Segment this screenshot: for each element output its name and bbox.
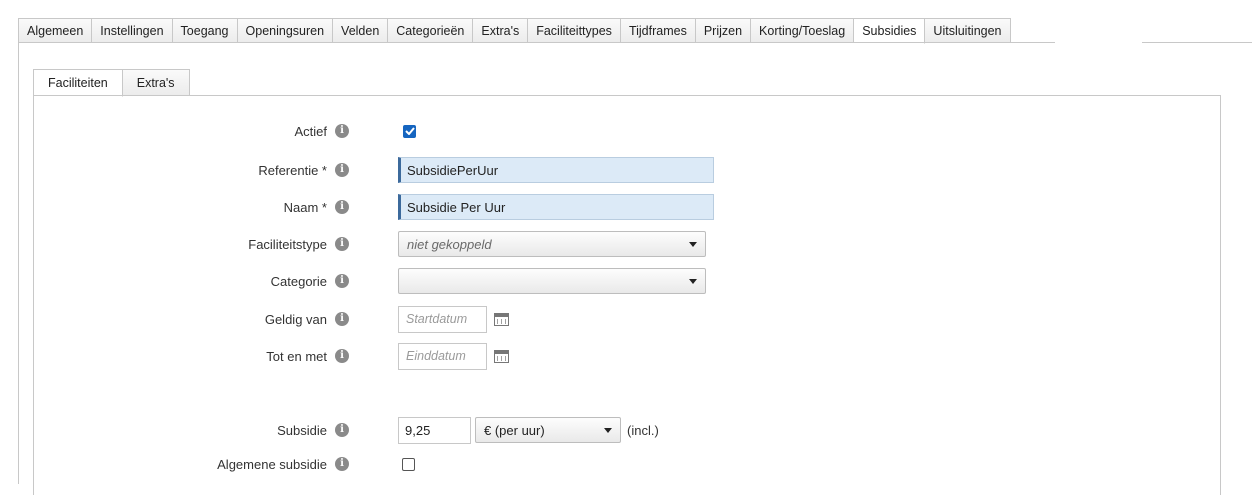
subsidie-label-group: Subsidie i [277,417,349,443]
tab-openingsuren[interactable]: Openingsuren [237,18,334,43]
actief-checkbox[interactable] [403,124,416,138]
tab-toegang[interactable]: Toegang [172,18,238,43]
referentie-label: Referentie * [258,162,327,178]
tab-bar-divider-right [1142,42,1252,43]
info-icon[interactable]: i [335,423,349,437]
row-naam: Naam * i Subsidie Per Uur [0,194,1252,220]
tot-en-met-label: Tot en met [266,348,327,364]
main-tab-bar: Algemeen Instellingen Toegang Openingsur… [18,18,1011,44]
subsidie-label: Subsidie [277,422,327,438]
faciliteitstype-select[interactable]: niet gekoppeld [398,231,706,257]
tab-categorieen[interactable]: Categorieën [388,18,474,43]
actief-label: Actief [294,123,327,139]
row-geldig-van: Geldig van i Startdatum [0,305,1252,333]
tab-uitsluitingen[interactable]: Uitsluitingen [925,18,1011,43]
chevron-down-icon [689,241,697,247]
tot-en-met-label-group: Tot en met i [266,343,349,369]
tab-faciliteittypes[interactable]: Faciliteittypes [528,18,621,43]
faciliteitstype-value: niet gekoppeld [407,236,492,252]
algemene-subsidie-label-group: Algemene subsidie i [217,451,349,477]
row-subsidie: Subsidie i 9,25 € (per uur) (incl.) [0,416,1252,444]
tab-korting-toeslag[interactable]: Korting/Toeslag [751,18,855,43]
row-algemene-subsidie: Algemene subsidie i [0,451,1252,477]
categorie-select[interactable] [398,268,706,294]
row-categorie: Categorie i [0,268,1252,294]
geldig-van-input[interactable]: Startdatum [398,305,487,333]
chevron-down-icon [604,427,612,433]
calendar-icon[interactable] [494,312,509,326]
subsidie-unit-value: € (per uur) [484,422,545,438]
faciliteitstype-label-group: Faciliteitstype i [248,231,349,257]
naam-label: Naam * [283,199,327,215]
tab-algemeen[interactable]: Algemeen [18,18,93,43]
algemene-subsidie-label: Algemene subsidie [217,456,327,472]
subsidie-incl-label: (incl.) [627,422,659,438]
algemene-subsidie-checkbox[interactable] [402,457,415,471]
faciliteitstype-label: Faciliteitstype [248,236,327,252]
tab-extras[interactable]: Extra's [473,18,529,43]
geldig-van-label: Geldig van [264,311,327,327]
geldig-van-label-group: Geldig van i [265,306,349,332]
actief-label-group: Actief i [294,118,349,144]
row-referentie: Referentie * i SubsidiePerUur [0,157,1252,183]
row-actief: Actief i [0,118,1252,144]
calendar-icon[interactable] [494,349,509,363]
checkmark-icon [404,127,415,135]
tab-velden[interactable]: Velden [333,18,389,43]
chevron-down-icon [689,278,697,284]
naam-input[interactable]: Subsidie Per Uur [398,194,714,220]
row-tot-en-met: Tot en met i Einddatum [0,342,1252,370]
tab-tijdframes[interactable]: Tijdframes [620,18,696,43]
row-faciliteitstype: Faciliteitstype i niet gekoppeld [0,231,1252,257]
info-icon[interactable]: i [335,200,349,214]
info-icon[interactable]: i [335,457,349,471]
info-icon[interactable]: i [335,124,349,138]
tab-subsidies[interactable]: Subsidies [854,18,926,44]
tab-prijzen[interactable]: Prijzen [695,18,752,43]
info-icon[interactable]: i [335,274,349,288]
subtab-extras[interactable]: Extra's [122,69,190,96]
categorie-label: Categorie [270,273,327,289]
tot-en-met-input[interactable]: Einddatum [398,342,487,370]
info-icon[interactable]: i [335,349,349,363]
referentie-input[interactable]: SubsidiePerUur [398,157,714,183]
info-icon[interactable]: i [335,312,349,326]
sub-tab-bar: Faciliteiten Extra's [33,69,190,97]
info-icon[interactable]: i [335,237,349,251]
tab-instellingen[interactable]: Instellingen [92,18,173,43]
subsidie-amount-input[interactable]: 9,25 [398,416,471,444]
naam-label-group: Naam * i [284,194,349,220]
tab-bar-divider [18,42,1055,43]
categorie-label-group: Categorie i [271,268,349,294]
subsidie-unit-select[interactable]: € (per uur) [475,417,621,443]
info-icon[interactable]: i [335,163,349,177]
referentie-label-group: Referentie * i [258,157,349,183]
subtab-faciliteiten[interactable]: Faciliteiten [33,69,123,97]
